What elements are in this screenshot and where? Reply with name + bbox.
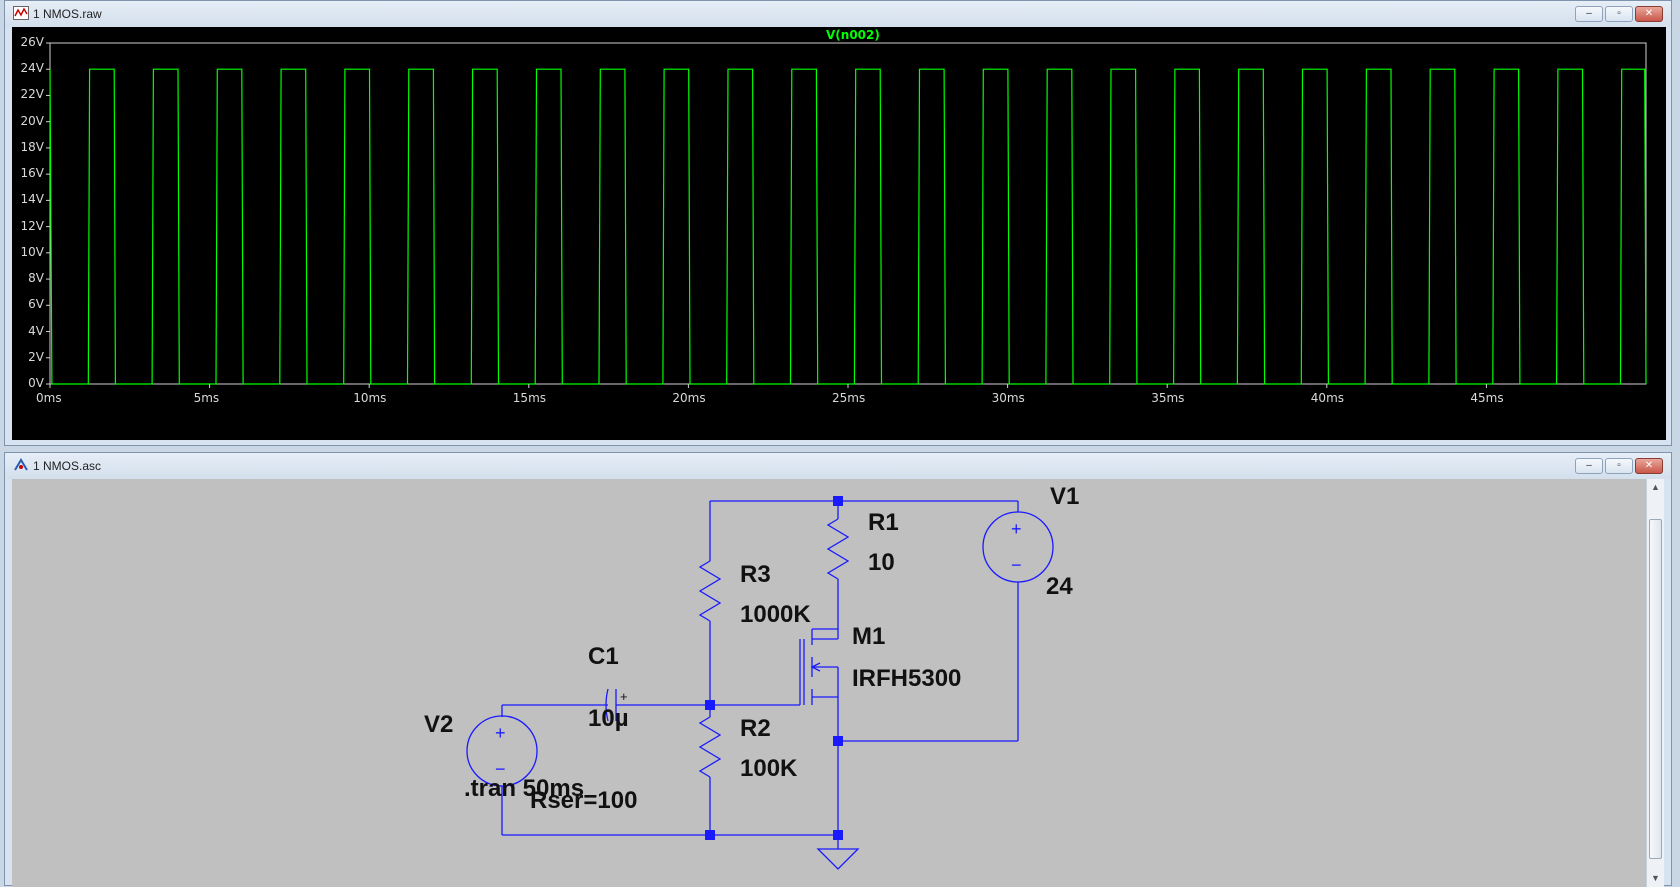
ground-symbol bbox=[816, 848, 860, 870]
schematic-titlebar[interactable]: 1 NMOS.asc – ▫ ✕ bbox=[5, 453, 1671, 479]
v2-plus-sign: + bbox=[495, 723, 506, 743]
plot-frame bbox=[49, 42, 1647, 385]
v2-rser-value[interactable]: Rser=100 bbox=[530, 787, 637, 815]
m1-value[interactable]: IRFH5300 bbox=[852, 665, 961, 693]
restore-button[interactable]: ▫ bbox=[1605, 458, 1633, 474]
minimize-button[interactable]: – bbox=[1575, 6, 1603, 22]
c1-value[interactable]: 10µ bbox=[588, 705, 629, 733]
schematic-canvas[interactable]: + − + − + V1 24 R1 10 R3 1000K M1 IRFH53… bbox=[12, 479, 1646, 887]
scroll-up-arrow-icon[interactable]: ▲ bbox=[1647, 479, 1664, 496]
junction-node bbox=[833, 736, 843, 746]
c1-name[interactable]: C1 bbox=[588, 643, 619, 671]
r1-name[interactable]: R1 bbox=[868, 509, 899, 537]
waveform-window-title: 1 NMOS.raw bbox=[33, 7, 102, 21]
waveform-window: 1 NMOS.raw – ▫ ✕ V(n002) 26V 24V 22V 20V 18V… bbox=[4, 0, 1672, 446]
m1-name[interactable]: M1 bbox=[852, 623, 885, 651]
r2-value[interactable]: 100K bbox=[740, 755, 797, 783]
junction-node bbox=[705, 700, 715, 710]
junction-node bbox=[833, 496, 843, 506]
v2-name[interactable]: V2 bbox=[424, 711, 453, 739]
schematic-app-icon bbox=[13, 458, 29, 475]
minimize-button[interactable]: – bbox=[1575, 458, 1603, 474]
schematic-window-title: 1 NMOS.asc bbox=[33, 459, 102, 473]
waveform-plot-pane[interactable]: V(n002) 26V 24V 22V 20V 18V 16V 14V 12V 10V 8V 6V 4… bbox=[12, 27, 1666, 440]
scroll-down-arrow-icon[interactable]: ▼ bbox=[1647, 870, 1664, 887]
waveform-titlebar[interactable]: 1 NMOS.raw – ▫ ✕ bbox=[5, 1, 1671, 27]
series-trace-vn002[interactable] bbox=[49, 68, 1647, 385]
close-button[interactable]: ✕ bbox=[1635, 6, 1663, 22]
r2-name[interactable]: R2 bbox=[740, 715, 771, 743]
r1-value[interactable]: 10 bbox=[868, 549, 895, 577]
resistor-r3 bbox=[698, 560, 722, 622]
mosfet-m1 bbox=[803, 629, 839, 705]
vertical-scrollbar[interactable]: ▲ ▼ bbox=[1646, 479, 1664, 887]
waveform-app-icon bbox=[13, 6, 29, 23]
v1-plus-sign: + bbox=[1011, 519, 1022, 539]
waveform-plot bbox=[46, 42, 1647, 388]
restore-button[interactable]: ▫ bbox=[1605, 6, 1633, 22]
v1-name[interactable]: V1 bbox=[1050, 483, 1079, 511]
close-button[interactable]: ✕ bbox=[1635, 458, 1663, 474]
v1-value[interactable]: 24 bbox=[1046, 573, 1073, 601]
junction-node bbox=[705, 830, 715, 840]
junction-node bbox=[833, 830, 843, 840]
resistor-r2 bbox=[698, 716, 722, 778]
r3-name[interactable]: R3 bbox=[740, 561, 771, 589]
schematic-drawing: + − + − + bbox=[466, 496, 1054, 870]
v1-minus-sign: − bbox=[1011, 555, 1022, 575]
resistor-r1 bbox=[826, 518, 850, 580]
scrollbar-thumb[interactable] bbox=[1649, 519, 1662, 859]
r3-value[interactable]: 1000K bbox=[740, 601, 811, 629]
c1-plus-sign: + bbox=[620, 689, 628, 704]
schematic-window: 1 NMOS.asc – ▫ ✕ + − + − + V1 24 R1 10 R… bbox=[4, 452, 1672, 887]
